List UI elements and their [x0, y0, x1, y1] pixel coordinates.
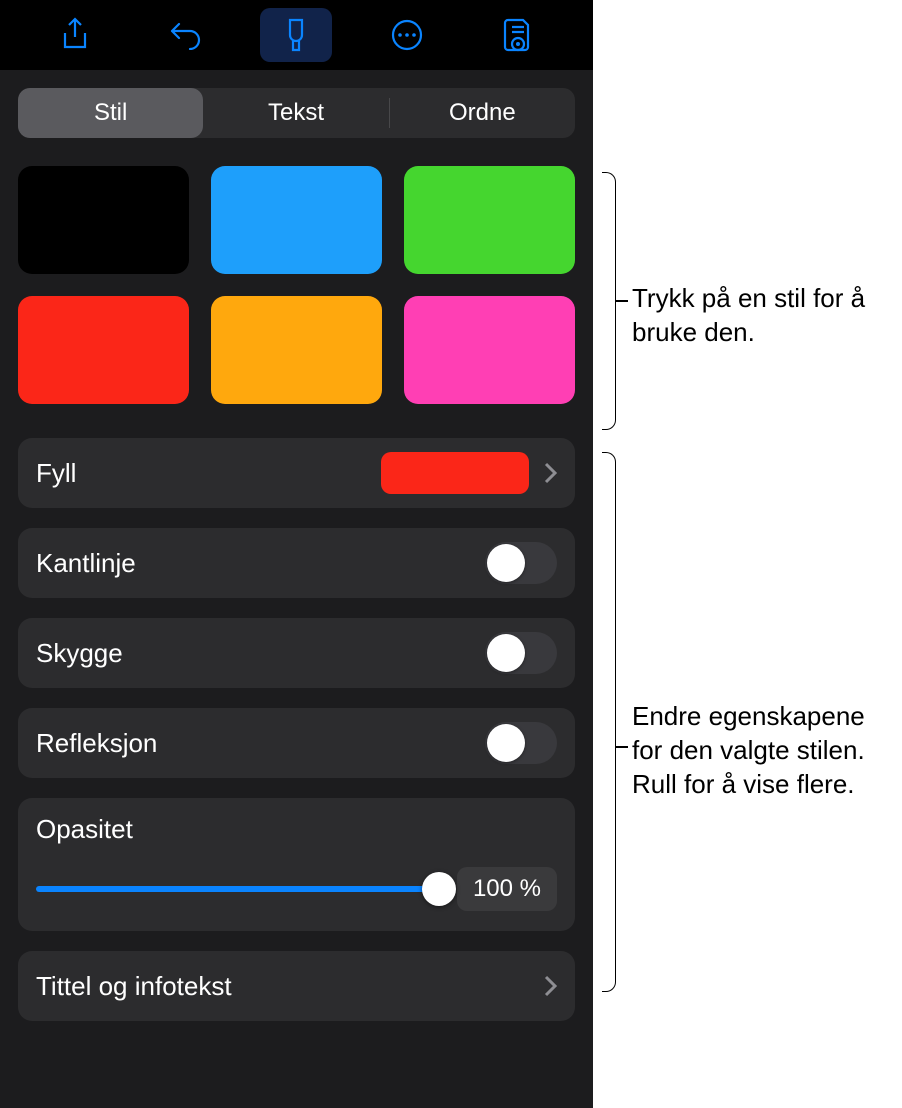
opacity-slider[interactable] [36, 874, 439, 904]
fill-row[interactable]: Fyll [18, 438, 575, 508]
more-button[interactable] [371, 8, 443, 62]
style-swatch[interactable] [211, 166, 382, 274]
undo-icon [169, 20, 203, 50]
document-settings-icon [503, 17, 533, 53]
style-swatch[interactable] [18, 166, 189, 274]
slider-thumb[interactable] [422, 872, 456, 906]
tab-text[interactable]: Tekst [203, 88, 388, 138]
callout-tick [616, 746, 628, 748]
fill-color-chip [381, 452, 529, 494]
opacity-value[interactable]: 100 % [457, 867, 557, 911]
document-settings-button[interactable] [482, 8, 554, 62]
chevron-right-icon [543, 974, 557, 998]
style-swatch[interactable] [211, 296, 382, 404]
format-panel: Stil Tekst Ordne Fyll Kantlinje Skygge [0, 0, 593, 1108]
format-button[interactable] [260, 8, 332, 62]
shadow-label: Skygge [36, 638, 485, 669]
share-button[interactable] [39, 8, 111, 62]
brush-icon [280, 17, 312, 53]
reflection-label: Refleksjon [36, 728, 485, 759]
shadow-toggle[interactable] [485, 632, 557, 674]
callout-styles: Trykk på en stil for å bruke den. [632, 282, 882, 350]
tab-style[interactable]: Stil [18, 88, 203, 138]
callout-bracket [602, 452, 616, 992]
style-swatch[interactable] [18, 296, 189, 404]
share-icon [60, 17, 90, 53]
title-caption-label: Tittel og infotekst [36, 971, 543, 1002]
border-toggle[interactable] [485, 542, 557, 584]
style-swatch[interactable] [404, 166, 575, 274]
undo-button[interactable] [150, 8, 222, 62]
callout-tick [616, 300, 628, 302]
toolbar [0, 0, 593, 70]
more-icon [390, 18, 424, 52]
style-swatch[interactable] [404, 296, 575, 404]
title-caption-row[interactable]: Tittel og infotekst [18, 951, 575, 1021]
opacity-label: Opasitet [36, 814, 557, 845]
segmented-control: Stil Tekst Ordne [18, 88, 575, 138]
callout-bracket [602, 172, 616, 430]
fill-label: Fyll [36, 458, 381, 489]
tab-arrange[interactable]: Ordne [390, 88, 575, 138]
style-swatch-grid [18, 166, 575, 404]
shadow-row[interactable]: Skygge [18, 618, 575, 688]
callout-properties: Endre egenskapene for den valgte stilen.… [632, 700, 892, 801]
border-label: Kantlinje [36, 548, 485, 579]
reflection-toggle[interactable] [485, 722, 557, 764]
opacity-row: Opasitet 100 % [18, 798, 575, 931]
border-row[interactable]: Kantlinje [18, 528, 575, 598]
style-panel: Stil Tekst Ordne Fyll Kantlinje Skygge [0, 70, 593, 1108]
reflection-row[interactable]: Refleksjon [18, 708, 575, 778]
chevron-right-icon [543, 461, 557, 485]
